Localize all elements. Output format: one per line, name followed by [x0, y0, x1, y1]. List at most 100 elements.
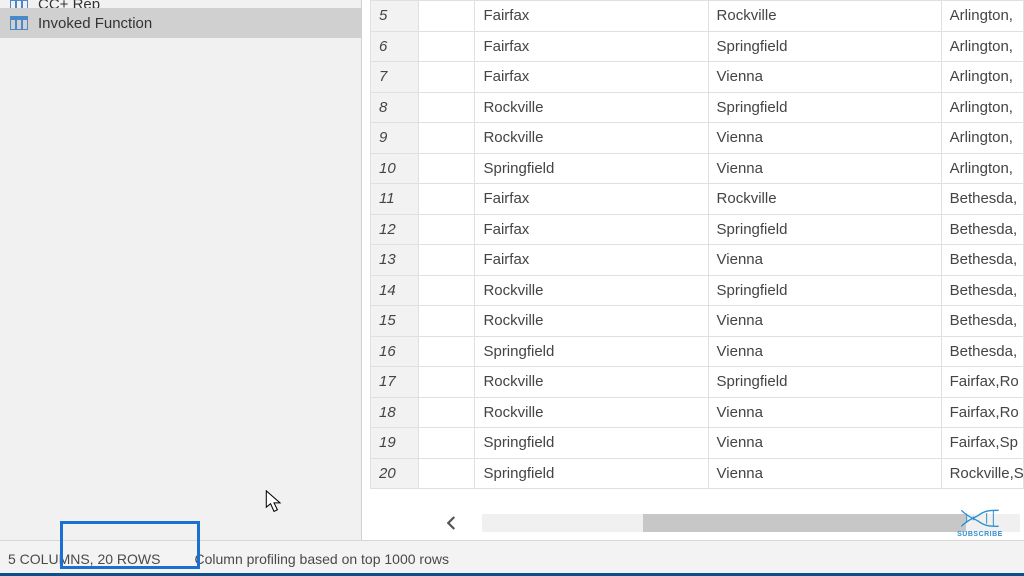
table-row[interactable]: 18 RockvilleViennaFairfax,Ro — [371, 397, 1024, 428]
cell[interactable]: Springfield — [708, 214, 941, 245]
cell-spacer[interactable] — [419, 62, 475, 93]
cell[interactable]: Fairfax,Sp — [941, 428, 1023, 459]
row-index-cell[interactable]: 18 — [371, 397, 419, 428]
sidebar-item-prev-query[interactable]: CC+ Rep — [0, 0, 361, 8]
cell[interactable]: Rockville — [475, 92, 708, 123]
cell[interactable]: Springfield — [708, 367, 941, 398]
row-index-cell[interactable]: 9 — [371, 123, 419, 154]
cell[interactable]: Fairfax — [475, 245, 708, 276]
cell[interactable]: Fairfax — [475, 31, 708, 62]
step-back-button[interactable] — [422, 511, 482, 535]
table-row[interactable]: 11 FairfaxRockvilleBethesda, — [371, 184, 1024, 215]
cell[interactable]: Arlington, — [941, 31, 1023, 62]
row-index-cell[interactable]: 17 — [371, 367, 419, 398]
table-row[interactable]: 20 SpringfieldViennaRockville,S — [371, 458, 1024, 489]
cell-spacer[interactable] — [419, 458, 475, 489]
cell[interactable]: Bethesda, — [941, 245, 1023, 276]
cell[interactable]: Fairfax,Ro — [941, 397, 1023, 428]
cell[interactable]: Vienna — [708, 123, 941, 154]
cell-spacer[interactable] — [419, 92, 475, 123]
cell[interactable]: Rockville — [475, 397, 708, 428]
cell[interactable]: Bethesda, — [941, 275, 1023, 306]
cell[interactable]: Rockville,S — [941, 458, 1023, 489]
cell[interactable]: Springfield — [708, 92, 941, 123]
row-index-cell[interactable]: 11 — [371, 184, 419, 215]
table-row[interactable]: 17 RockvilleSpringfieldFairfax,Ro — [371, 367, 1024, 398]
row-index-cell[interactable]: 16 — [371, 336, 419, 367]
cell[interactable]: Bethesda, — [941, 214, 1023, 245]
cell[interactable]: Fairfax — [475, 1, 708, 32]
sidebar-item-invoked-function[interactable]: Invoked Function — [0, 8, 361, 38]
cell[interactable]: Rockville — [475, 123, 708, 154]
cell-spacer[interactable] — [419, 275, 475, 306]
horizontal-scrollbar[interactable] — [482, 514, 1020, 532]
table-row[interactable]: 10 SpringfieldViennaArlington, — [371, 153, 1024, 184]
cell-spacer[interactable] — [419, 367, 475, 398]
cell[interactable]: Rockville — [708, 1, 941, 32]
cell[interactable]: Rockville — [475, 367, 708, 398]
cell[interactable]: Vienna — [708, 428, 941, 459]
table-row[interactable]: 9 RockvilleViennaArlington, — [371, 123, 1024, 154]
row-index-cell[interactable]: 15 — [371, 306, 419, 337]
cell[interactable]: Vienna — [708, 306, 941, 337]
cell[interactable]: Fairfax — [475, 184, 708, 215]
row-index-cell[interactable]: 10 — [371, 153, 419, 184]
cell[interactable]: Fairfax,Ro — [941, 367, 1023, 398]
cell[interactable]: Rockville — [475, 306, 708, 337]
horizontal-scrollbar-thumb[interactable] — [643, 514, 966, 532]
cell-spacer[interactable] — [419, 184, 475, 215]
row-index-cell[interactable]: 8 — [371, 92, 419, 123]
row-index-cell[interactable]: 5 — [371, 1, 419, 32]
table-row[interactable]: 5 FairfaxRockvilleArlington, — [371, 1, 1024, 32]
table-row[interactable]: 19 SpringfieldViennaFairfax,Sp — [371, 428, 1024, 459]
table-row[interactable]: 7 FairfaxViennaArlington, — [371, 62, 1024, 93]
cell[interactable]: Arlington, — [941, 62, 1023, 93]
cell[interactable]: Bethesda, — [941, 336, 1023, 367]
cell[interactable]: Springfield — [475, 153, 708, 184]
cell[interactable]: Springfield — [708, 275, 941, 306]
grid-wrap[interactable]: 5FairfaxRockvilleArlington,6FairfaxSprin… — [370, 0, 1024, 505]
table-row[interactable]: 12 FairfaxSpringfieldBethesda, — [371, 214, 1024, 245]
cell[interactable]: Bethesda, — [941, 306, 1023, 337]
cell[interactable]: Springfield — [475, 458, 708, 489]
cell[interactable]: Vienna — [708, 245, 941, 276]
row-index-cell[interactable]: 19 — [371, 428, 419, 459]
cell[interactable]: Rockville — [475, 275, 708, 306]
table-row[interactable]: 8 RockvilleSpringfieldArlington, — [371, 92, 1024, 123]
row-index-cell[interactable]: 12 — [371, 214, 419, 245]
cell-spacer[interactable] — [419, 336, 475, 367]
cell[interactable]: Springfield — [475, 336, 708, 367]
cell-spacer[interactable] — [419, 306, 475, 337]
cell[interactable]: Springfield — [708, 31, 941, 62]
cell[interactable]: Rockville — [708, 184, 941, 215]
cell[interactable]: Arlington, — [941, 153, 1023, 184]
row-index-cell[interactable]: 13 — [371, 245, 419, 276]
cell[interactable]: Springfield — [475, 428, 708, 459]
cell[interactable]: Arlington, — [941, 123, 1023, 154]
cell-spacer[interactable] — [419, 1, 475, 32]
cell-spacer[interactable] — [419, 214, 475, 245]
table-row[interactable]: 13 FairfaxViennaBethesda, — [371, 245, 1024, 276]
cell-spacer[interactable] — [419, 123, 475, 154]
cell[interactable]: Arlington, — [941, 1, 1023, 32]
cell[interactable]: Vienna — [708, 397, 941, 428]
table-row[interactable]: 15 RockvilleViennaBethesda, — [371, 306, 1024, 337]
cell[interactable]: Fairfax — [475, 214, 708, 245]
row-index-cell[interactable]: 7 — [371, 62, 419, 93]
cell-spacer[interactable] — [419, 397, 475, 428]
row-index-cell[interactable]: 6 — [371, 31, 419, 62]
table-row[interactable]: 6 FairfaxSpringfieldArlington, — [371, 31, 1024, 62]
cell[interactable]: Bethesda, — [941, 184, 1023, 215]
cell[interactable]: Vienna — [708, 336, 941, 367]
row-index-cell[interactable]: 14 — [371, 275, 419, 306]
cell[interactable]: Fairfax — [475, 62, 708, 93]
cell-spacer[interactable] — [419, 245, 475, 276]
cell[interactable]: Vienna — [708, 153, 941, 184]
cell[interactable]: Arlington, — [941, 92, 1023, 123]
cell[interactable]: Vienna — [708, 458, 941, 489]
table-row[interactable]: 14 RockvilleSpringfieldBethesda, — [371, 275, 1024, 306]
cell[interactable]: Vienna — [708, 62, 941, 93]
cell-spacer[interactable] — [419, 153, 475, 184]
row-index-cell[interactable]: 20 — [371, 458, 419, 489]
table-row[interactable]: 16 SpringfieldViennaBethesda, — [371, 336, 1024, 367]
